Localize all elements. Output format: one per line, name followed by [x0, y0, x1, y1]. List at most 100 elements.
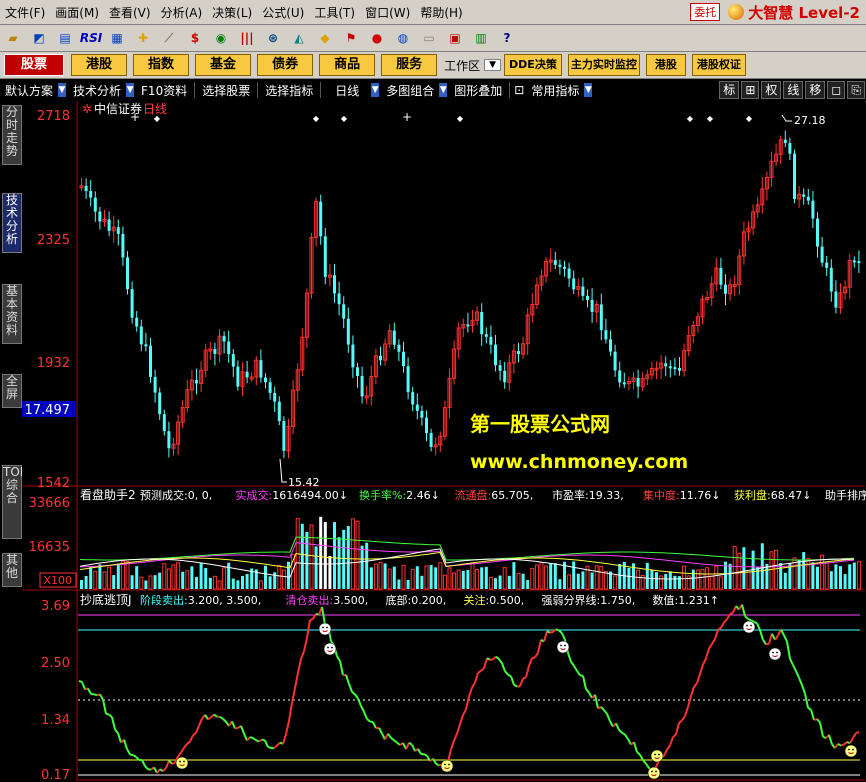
tab-dde[interactable]: DDE决策: [504, 54, 562, 76]
volume-bar: [461, 570, 465, 589]
menu-formula[interactable]: 公式(U): [257, 4, 309, 21]
candle-chart-icon[interactable]: ▤: [55, 29, 75, 47]
binoculars-icon[interactable]: ⊛: [263, 29, 283, 47]
candle-body: [517, 351, 520, 355]
candle-body: [724, 284, 727, 294]
grid-icon[interactable]: ▦: [107, 29, 127, 47]
menu-tools[interactable]: 工具(T): [309, 4, 360, 21]
side-tab-intraday[interactable]: 分时走势: [2, 105, 22, 165]
glasses-icon[interactable]: ◉: [211, 29, 231, 47]
dropdown-arrow-icon[interactable]: ▼: [126, 83, 135, 97]
option-daily[interactable]: 日线: [323, 82, 371, 99]
smiley-eye: [651, 770, 653, 773]
option-select-indicator[interactable]: 选择指标: [260, 82, 318, 99]
menu-analysis[interactable]: 分析(A): [156, 4, 208, 21]
option-select-stock[interactable]: 选择股票: [197, 82, 255, 99]
dropdown-arrow-icon[interactable]: ▼: [584, 83, 593, 97]
help-pointer-icon[interactable]: ?: [497, 29, 517, 47]
side-tab-fundamentals[interactable]: 基本资料: [2, 284, 22, 344]
menu-view[interactable]: 查看(V): [104, 4, 156, 21]
bars-icon[interactable]: |||: [237, 29, 257, 47]
indicator-axis-label: 3.69: [41, 599, 70, 614]
ruler-icon[interactable]: ⟋: [159, 29, 179, 47]
workarea-label[interactable]: 工作区: [440, 57, 484, 74]
trust-button[interactable]: 委托: [690, 3, 721, 21]
option-common-indicators[interactable]: 常用指标: [526, 82, 584, 99]
volume-bar: [466, 570, 470, 589]
side-tab-others[interactable]: 其他: [2, 553, 22, 587]
menu-file[interactable]: 文件(F): [0, 4, 50, 21]
indicator-segment: [753, 620, 758, 625]
tab-index[interactable]: 指数: [133, 54, 190, 76]
option-default-scheme[interactable]: 默认方案: [0, 82, 58, 99]
indicator-segment: [855, 731, 860, 734]
menu-decision[interactable]: 决策(L): [207, 4, 257, 21]
candle-body: [636, 378, 640, 387]
dollar-icon[interactable]: $: [185, 29, 205, 47]
option-multi-chart[interactable]: 多图组合: [381, 82, 439, 99]
restore-button[interactable]: ⎘: [847, 81, 865, 99]
separator: [509, 82, 511, 98]
indicator-field: 数值:1.231↑: [653, 594, 719, 607]
tab-hk-warrants[interactable]: 港股权证: [691, 54, 746, 76]
tab-bonds[interactable]: 债券: [257, 54, 314, 76]
volume-bar: [314, 546, 318, 589]
volume-bar: [668, 571, 672, 589]
tab-stocks[interactable]: 股票: [4, 54, 65, 76]
smiley-eye: [848, 748, 850, 751]
alarm-icon[interactable]: ◭: [289, 29, 309, 47]
tab-commodities[interactable]: 商品: [319, 54, 376, 76]
lock-icon[interactable]: ⊡: [512, 83, 526, 97]
globe-icon[interactable]: ◍: [393, 29, 413, 47]
menu-screen[interactable]: 画面(M): [50, 4, 104, 21]
candle-body: [480, 311, 484, 335]
side-tab-technical[interactable]: 技术分析: [2, 193, 22, 253]
tab-services[interactable]: 服务: [381, 54, 438, 76]
settings-icon[interactable]: ✲: [82, 102, 92, 116]
crosshair-icon[interactable]: ✚: [133, 29, 153, 47]
books-icon[interactable]: ▥: [471, 29, 491, 47]
volume-bar: [618, 563, 622, 589]
price-axis-label: 2325: [37, 233, 70, 248]
option-overlay[interactable]: 图形叠加: [449, 82, 507, 99]
dropdown-arrow-icon[interactable]: ▼: [371, 83, 380, 97]
tab-hk-stocks-2[interactable]: 港股: [645, 54, 686, 76]
window-icon[interactable]: ▣: [445, 29, 465, 47]
menu-window[interactable]: 窗口(W): [360, 4, 415, 21]
candle-body: [273, 392, 277, 402]
flag-icon[interactable]: ⚑: [341, 29, 361, 47]
open-folder-icon[interactable]: ▰: [3, 29, 23, 47]
line-chart-icon[interactable]: ◩: [29, 29, 49, 47]
left-sidebar: 分时走势 技术分析 基本资料 全屏 TOP综合 其他: [0, 101, 27, 782]
dropdown-arrow-icon[interactable]: ▼: [58, 83, 67, 97]
apple-icon[interactable]: ●: [367, 29, 387, 47]
volume-bar: [829, 571, 833, 589]
volume-bar: [839, 566, 842, 589]
chart-area[interactable]: ✲ 中信证券 日线 2718 2325 1932 1542 17.497 27.…: [22, 101, 866, 782]
warning-icon[interactable]: ◆: [315, 29, 335, 47]
rsi-icon[interactable]: RSI: [80, 29, 102, 47]
maximize-button[interactable]: ◻: [827, 81, 846, 99]
option-f10[interactable]: F10资料: [136, 82, 192, 99]
mark-button[interactable]: 标: [719, 81, 740, 99]
volume-bar: [383, 563, 387, 589]
option-technical-analysis[interactable]: 技术分析: [68, 82, 126, 99]
indicator-segment: [729, 611, 734, 615]
line-button[interactable]: 线: [783, 81, 804, 99]
dropdown-arrow-icon[interactable]: ▼: [439, 83, 448, 97]
candle-body: [664, 363, 668, 367]
tab-main-force[interactable]: 主力实时监控: [567, 54, 640, 76]
candle-body: [788, 143, 792, 154]
candle-body: [379, 355, 382, 361]
side-tab-fullscreen[interactable]: 全屏: [2, 374, 22, 408]
side-tab-top[interactable]: TOP综合: [2, 465, 27, 539]
move-button[interactable]: 移: [805, 81, 826, 99]
tab-funds[interactable]: 基金: [195, 54, 252, 76]
grid-toggle-button[interactable]: ⊞: [741, 81, 760, 99]
candle-body: [107, 219, 111, 231]
tab-hk-stocks[interactable]: 港股: [71, 54, 128, 76]
print-icon[interactable]: ▭: [419, 29, 439, 47]
rights-button[interactable]: 权: [761, 81, 782, 99]
workarea-dropdown-icon[interactable]: ▼: [484, 59, 502, 71]
menu-help[interactable]: 帮助(H): [415, 4, 467, 21]
